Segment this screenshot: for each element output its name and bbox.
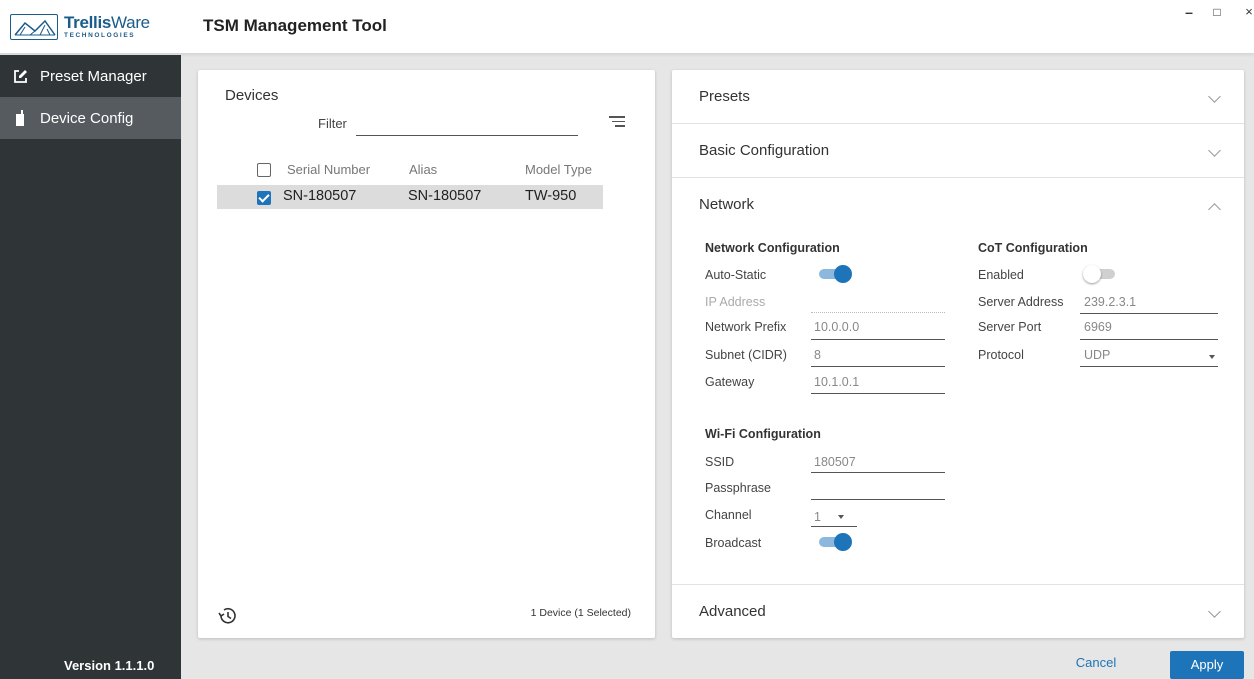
device-icon bbox=[12, 110, 28, 126]
server-address-underline bbox=[1080, 313, 1218, 314]
channel-underline bbox=[811, 526, 857, 527]
logo-subtitle: TECHNOLOGIES bbox=[64, 32, 136, 40]
sidebar-item-label: Preset Manager bbox=[40, 67, 147, 85]
ip-address-label: IP Address bbox=[705, 295, 766, 309]
dropdown-arrow-icon[interactable] bbox=[838, 515, 844, 519]
server-port-underline bbox=[1080, 339, 1218, 340]
chevron-up-icon bbox=[1208, 203, 1221, 216]
sidebar: Preset Manager Device Config Version 1.1… bbox=[0, 55, 181, 679]
version-label: Version 1.1.1.0 bbox=[64, 658, 155, 673]
close-button[interactable]: × bbox=[1240, 4, 1254, 19]
title-bar: TrellisWare TECHNOLOGIES TSM Management … bbox=[0, 0, 1254, 54]
subnet-underline bbox=[811, 366, 945, 367]
row-model: TW-950 bbox=[525, 188, 577, 204]
passphrase-label: Passphrase bbox=[705, 481, 772, 495]
trellisware-logo: TrellisWare TECHNOLOGIES bbox=[10, 9, 168, 45]
device-count: 1 Device (1 Selected) bbox=[530, 607, 631, 619]
sidebar-item-device-config[interactable]: Device Config bbox=[0, 97, 181, 139]
network-prefix-label: Network Prefix bbox=[705, 320, 787, 334]
broadcast-toggle[interactable] bbox=[817, 532, 853, 552]
channel-select[interactable]: 1 bbox=[814, 510, 821, 524]
server-address-field[interactable]: 239.2.3.1 bbox=[1084, 295, 1136, 309]
ssid-label: SSID bbox=[705, 455, 735, 469]
chevron-down-icon bbox=[1208, 90, 1221, 103]
accordion-title: Presets bbox=[699, 88, 750, 105]
network-config-title: Network Configuration bbox=[705, 241, 840, 255]
ssid-underline bbox=[811, 472, 945, 473]
row-alias: SN-180507 bbox=[408, 188, 482, 204]
channel-label: Channel bbox=[705, 508, 752, 522]
passphrase-underline bbox=[811, 499, 945, 500]
config-panel: Presets Basic Configuration Network Netw… bbox=[672, 70, 1244, 638]
accordion-title: Basic Configuration bbox=[699, 142, 830, 159]
gateway-underline bbox=[811, 393, 945, 394]
protocol-select[interactable]: UDP bbox=[1084, 348, 1110, 362]
server-address-label: Server Address bbox=[978, 295, 1064, 309]
column-header-alias[interactable]: Alias bbox=[409, 162, 437, 177]
protocol-label: Protocol bbox=[978, 348, 1024, 362]
cancel-button[interactable]: Cancel bbox=[1066, 651, 1126, 675]
ip-address-underline bbox=[811, 312, 945, 313]
subnet-label: Subnet (CIDR) bbox=[705, 348, 787, 362]
cot-config-title: CoT Configuration bbox=[978, 241, 1088, 255]
chevron-down-icon bbox=[1208, 144, 1221, 157]
wifi-config-title: Wi-Fi Configuration bbox=[705, 427, 821, 441]
accordion-basic-configuration[interactable]: Basic Configuration bbox=[672, 124, 1244, 178]
cot-enabled-label: Enabled bbox=[978, 268, 1024, 282]
apply-button[interactable]: Apply bbox=[1170, 651, 1244, 679]
column-header-model[interactable]: Model Type bbox=[525, 162, 592, 177]
server-port-field[interactable]: 6969 bbox=[1084, 320, 1112, 334]
app-title: TSM Management Tool bbox=[203, 16, 387, 35]
filter-menu-icon[interactable] bbox=[609, 116, 625, 130]
history-icon[interactable] bbox=[217, 605, 239, 627]
row-serial: SN-180507 bbox=[283, 188, 357, 204]
auto-static-toggle[interactable] bbox=[817, 264, 853, 284]
column-header-serial[interactable]: Serial Number bbox=[287, 162, 370, 177]
dropdown-arrow-icon[interactable] bbox=[1209, 355, 1215, 359]
maximize-button[interactable]: □ bbox=[1208, 5, 1226, 19]
devices-panel: Devices Filter Serial Number Alias Model… bbox=[198, 70, 655, 638]
logo-mark-icon bbox=[10, 14, 58, 40]
select-all-checkbox[interactable] bbox=[257, 163, 271, 177]
devices-title: Devices bbox=[225, 87, 279, 104]
row-checkbox[interactable] bbox=[257, 191, 271, 205]
ssid-field[interactable]: 180507 bbox=[814, 455, 856, 469]
accordion-advanced[interactable]: Advanced bbox=[672, 584, 1244, 638]
logo-name-bold: Trellis bbox=[64, 13, 112, 33]
broadcast-label: Broadcast bbox=[705, 536, 762, 550]
minimize-button[interactable]: – bbox=[1180, 4, 1198, 20]
cot-enabled-toggle[interactable] bbox=[1083, 264, 1119, 284]
gateway-field[interactable]: 10.1.0.1 bbox=[814, 375, 859, 389]
filter-underline bbox=[356, 135, 578, 136]
auto-static-label: Auto-Static bbox=[705, 268, 767, 282]
network-prefix-field[interactable]: 10.0.0.0 bbox=[814, 320, 859, 334]
server-port-label: Server Port bbox=[978, 320, 1042, 334]
sidebar-item-label: Device Config bbox=[40, 109, 134, 127]
accordion-title: Network bbox=[699, 196, 755, 213]
accordion-presets[interactable]: Presets bbox=[672, 70, 1244, 124]
logo-name-rest: Ware bbox=[111, 13, 150, 33]
filter-input[interactable] bbox=[356, 114, 578, 134]
accordion-network[interactable]: Network bbox=[672, 178, 1244, 232]
gateway-label: Gateway bbox=[705, 375, 755, 389]
network-prefix-underline bbox=[811, 339, 945, 340]
filter-label: Filter bbox=[318, 116, 347, 131]
chevron-down-icon bbox=[1208, 605, 1221, 618]
sidebar-item-preset-manager[interactable]: Preset Manager bbox=[0, 55, 181, 97]
protocol-underline bbox=[1080, 366, 1218, 367]
edit-icon bbox=[12, 68, 28, 84]
accordion-title: Advanced bbox=[699, 603, 766, 620]
subnet-field[interactable]: 8 bbox=[814, 348, 821, 362]
